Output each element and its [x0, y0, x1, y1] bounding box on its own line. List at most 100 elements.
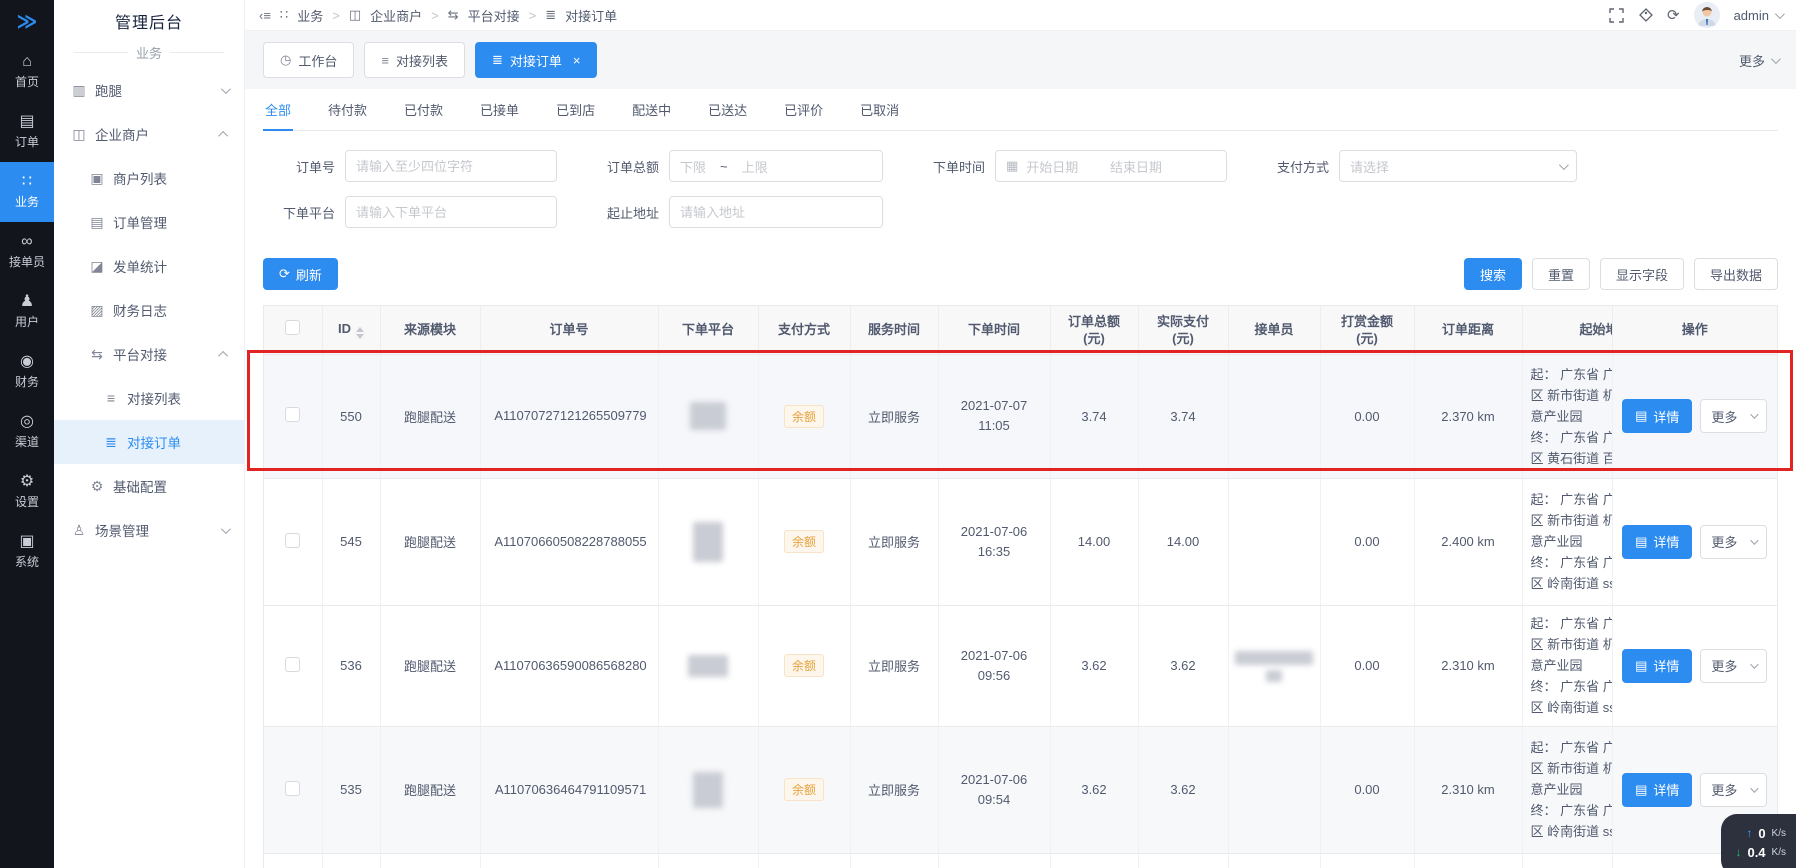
refresh-icon[interactable]: ⟳	[1667, 6, 1680, 24]
document-icon: ▤	[1635, 658, 1647, 674]
status-tab-delivered[interactable]: 已送达	[706, 100, 749, 130]
search-button[interactable]: 搜索	[1464, 258, 1522, 290]
refresh-icon: ⟳	[279, 266, 290, 282]
detail-button[interactable]: ▤详情	[1622, 399, 1692, 433]
upload-speed: 0	[1758, 824, 1765, 843]
courier-icon: ∞	[21, 234, 32, 250]
select-all-checkbox[interactable]	[285, 320, 300, 335]
pay-method-badge: 余额	[784, 778, 824, 801]
rail-item-users[interactable]: ♟ 用户	[0, 282, 54, 342]
main-area: ‹≡ ∷ 业务 > ◫ 企业商户 > ⇆ 平台对接 > ≣ 对接订单 ⟳	[245, 0, 1796, 868]
status-tab-paid[interactable]: 已付款	[402, 100, 445, 130]
dock-orders-icon: ≣	[102, 434, 120, 451]
table-row-545[interactable]: 545 跑腿配送 A11070660508228788055 余额 立即服务 2…	[264, 478, 1777, 605]
status-tab-cancelled[interactable]: 已取消	[858, 100, 901, 130]
status-tab-accepted[interactable]: 已接单	[478, 100, 521, 130]
col-id[interactable]: ID	[322, 306, 380, 354]
breadcrumb-item-merchant[interactable]: 企业商户	[370, 6, 422, 25]
order-no-input[interactable]	[345, 150, 557, 182]
more-button[interactable]: 更多	[1700, 525, 1767, 559]
row-checkbox[interactable]	[285, 407, 300, 422]
tab-dock-list[interactable]: ≡ 对接列表	[364, 42, 465, 78]
sidebar-item-paotui[interactable]: ▥ 跑腿	[54, 68, 244, 112]
detail-button[interactable]: ▤详情	[1622, 773, 1692, 807]
rail-item-business[interactable]: ∷ 业务	[0, 162, 54, 222]
rail-item-system[interactable]: ▣ 系统	[0, 522, 54, 582]
status-tab-delivering[interactable]: 配送中	[630, 100, 673, 130]
more-button[interactable]: 更多	[1700, 649, 1767, 683]
address-input[interactable]	[669, 196, 883, 228]
show-fields-button[interactable]: 显示字段	[1600, 258, 1684, 290]
detail-button[interactable]: ▤详情	[1622, 525, 1692, 559]
table-row-536[interactable]: 536 跑腿配送 A11070636590086568280 余额 立即服务 2…	[264, 605, 1777, 726]
more-button[interactable]: 更多	[1700, 773, 1767, 807]
chevron-down-icon	[221, 84, 231, 94]
row-checkbox[interactable]	[285, 533, 300, 548]
row-checkbox[interactable]	[285, 781, 300, 796]
finance-log-icon: ▨	[88, 302, 106, 319]
dock-list-icon: ≡	[381, 53, 389, 68]
sidebar-item-platform-dock[interactable]: ⇆ 平台对接	[54, 332, 244, 376]
collapse-menu-icon[interactable]: ‹≡	[259, 8, 271, 23]
filter-address: 起止地址	[587, 196, 883, 228]
sidebar-item-enterprise-merchant[interactable]: ◫ 企业商户	[54, 112, 244, 156]
platform-dock-icon: ⇆	[448, 7, 459, 23]
breadcrumb-item-platform-dock[interactable]: 平台对接	[468, 6, 520, 25]
close-icon[interactable]: ×	[573, 53, 581, 68]
sidebar-item-order-management[interactable]: ▤ 订单管理	[54, 200, 244, 244]
calendar-icon: ▦	[1006, 158, 1018, 174]
avatar[interactable]	[1694, 2, 1720, 28]
order-time-range-picker[interactable]: ▦ 开始日期 结束日期	[995, 150, 1227, 182]
paotui-icon: ▥	[70, 82, 88, 99]
breadcrumb-separator: >	[431, 8, 439, 23]
user-menu[interactable]: admin	[1734, 8, 1782, 23]
refresh-button[interactable]: ⟳ 刷新	[263, 258, 338, 290]
breadcrumb-separator: >	[332, 8, 340, 23]
table-row-550[interactable]: 550 跑腿配送 A11070727121265509779 余额 立即服务 2…	[264, 354, 1777, 478]
col-order-no: 订单号	[480, 306, 658, 354]
order-total-range-input[interactable]: 下限 ~ 上限	[669, 150, 883, 182]
app-logo-icon[interactable]: ≫	[0, 0, 54, 42]
breadcrumb-item-dock-orders[interactable]: 对接订单	[565, 6, 617, 25]
rail-item-orders[interactable]: ▤ 订单	[0, 102, 54, 162]
content-card: 全部 待付款 已付款 已接单 已到店 配送中 已送达 已评价 已取消 订单号 订…	[245, 89, 1796, 868]
sidebar-item-base-config[interactable]: ⚙ 基础配置	[54, 464, 244, 508]
sort-icon[interactable]	[356, 327, 364, 339]
row-checkbox[interactable]	[285, 657, 300, 672]
status-tab-all[interactable]: 全部	[263, 100, 293, 130]
sidebar-item-scene-management[interactable]: ♙ 场景管理	[54, 508, 244, 552]
status-tab-unpaid[interactable]: 待付款	[326, 100, 369, 130]
order-icon: ▤	[19, 114, 34, 130]
table-row-535[interactable]: 535 跑腿配送 A11070636464791109571 余额 立即服务 2…	[264, 726, 1777, 853]
rail-item-courier[interactable]: ∞ 接单员	[0, 222, 54, 282]
rail-item-home[interactable]: ⌂ 首页	[0, 42, 54, 102]
toolbar: ⟳ 刷新 搜索 重置 显示字段 导出数据	[263, 258, 1778, 290]
pay-method-select[interactable]: 请选择	[1339, 150, 1577, 182]
sidebar: 管理后台 业务 ▥ 跑腿 ◫ 企业商户 ▣ 商户列表 ▤ 订单管理 ◪ 发单统计…	[54, 0, 245, 868]
col-paid: 实际支付(元)	[1138, 306, 1228, 354]
sidebar-item-finance-log[interactable]: ▨ 财务日志	[54, 288, 244, 332]
tab-workbench[interactable]: ◷ 工作台	[263, 42, 354, 78]
rail-item-channel[interactable]: ◎ 渠道	[0, 402, 54, 462]
theme-tag-icon[interactable]	[1638, 8, 1653, 23]
detail-button[interactable]: ▤详情	[1622, 649, 1692, 683]
sidebar-item-dispatch-stats[interactable]: ◪ 发单统计	[54, 244, 244, 288]
rail-item-settings[interactable]: ⚙ 设置	[0, 462, 54, 522]
tab-dock-orders[interactable]: ≣ 对接订单 ×	[475, 42, 598, 78]
export-button[interactable]: 导出数据	[1694, 258, 1778, 290]
rail-item-finance[interactable]: ◉ 财务	[0, 342, 54, 402]
status-tab-reviewed[interactable]: 已评价	[782, 100, 825, 130]
fullscreen-icon[interactable]	[1609, 8, 1624, 23]
more-button[interactable]: 更多	[1700, 399, 1767, 433]
sidebar-item-dock-list[interactable]: ≡ 对接列表	[54, 376, 244, 420]
stats-icon: ◪	[88, 258, 106, 275]
status-tab-arrived[interactable]: 已到店	[554, 100, 597, 130]
sidebar-item-merchant-list[interactable]: ▣ 商户列表	[54, 156, 244, 200]
platform-input[interactable]	[345, 196, 557, 228]
filter-order-no: 订单号	[263, 150, 557, 182]
breadcrumb-item-business[interactable]: 业务	[297, 6, 323, 25]
tabs-more-dropdown[interactable]: 更多	[1739, 51, 1778, 70]
col-courier: 接单员	[1228, 306, 1320, 354]
sidebar-item-dock-orders[interactable]: ≣ 对接订单	[54, 420, 244, 464]
reset-button[interactable]: 重置	[1532, 258, 1590, 290]
